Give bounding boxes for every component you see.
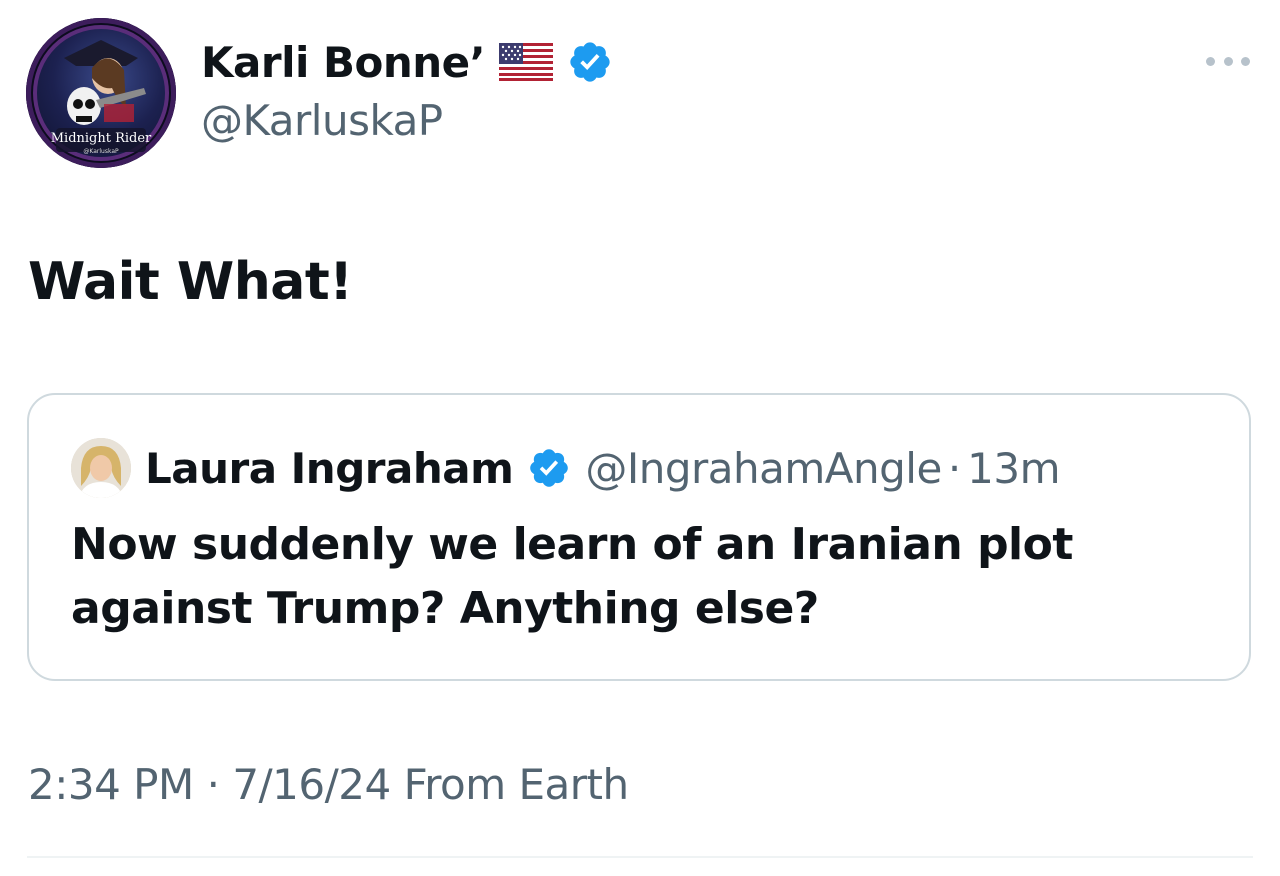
tweet-metadata: 2:34 PM · 7/16/24 From Earth (28, 760, 629, 809)
us-flag-icon (499, 43, 554, 81)
dot (1206, 56, 1215, 66)
quoted-author-avatar[interactable] (71, 438, 131, 498)
author-handle[interactable]: @KarluskaP (201, 96, 443, 145)
quoted-tweet-card[interactable]: Laura Ingraham @IngrahamAngle · 13m Now … (27, 393, 1251, 681)
dot (1241, 56, 1250, 66)
verified-badge-icon[interactable] (567, 39, 613, 85)
dot (1223, 56, 1233, 66)
avatar-artwork: Midnight Rider @KarluskaP (33, 25, 169, 161)
avatar-logo-text: Midnight Rider (51, 131, 152, 146)
more-options-icon[interactable] (1206, 50, 1250, 72)
tweet-time[interactable]: 2:34 PM (28, 760, 194, 809)
quoted-author-display-name[interactable]: Laura Ingraham (145, 444, 514, 493)
divider (27, 856, 1253, 858)
tweet-text: Wait What! (28, 252, 353, 312)
tweet-location: From Earth (403, 760, 630, 809)
tweet-date[interactable]: 7/16/24 (232, 760, 391, 809)
quoted-tweet-text: Now suddenly we learn of an Iranian plot… (71, 519, 1073, 634)
author-display-name[interactable]: Karli Bonne’ (201, 38, 486, 87)
verified-badge-icon[interactable] (527, 446, 571, 490)
author-avatar[interactable]: Midnight Rider @KarluskaP (26, 18, 176, 168)
svg-text:@KarluskaP: @KarluskaP (83, 148, 119, 155)
quoted-author-handle[interactable]: @IngrahamAngle (585, 444, 942, 493)
quoted-tweet-header: Laura Ingraham @IngrahamAngle · 13m (71, 435, 1061, 501)
quoted-tweet-time[interactable]: 13m (967, 444, 1060, 493)
author-name-row: Karli Bonne’ (201, 34, 613, 90)
separator-dot: · (206, 760, 220, 809)
separator-dot: · (947, 443, 962, 493)
